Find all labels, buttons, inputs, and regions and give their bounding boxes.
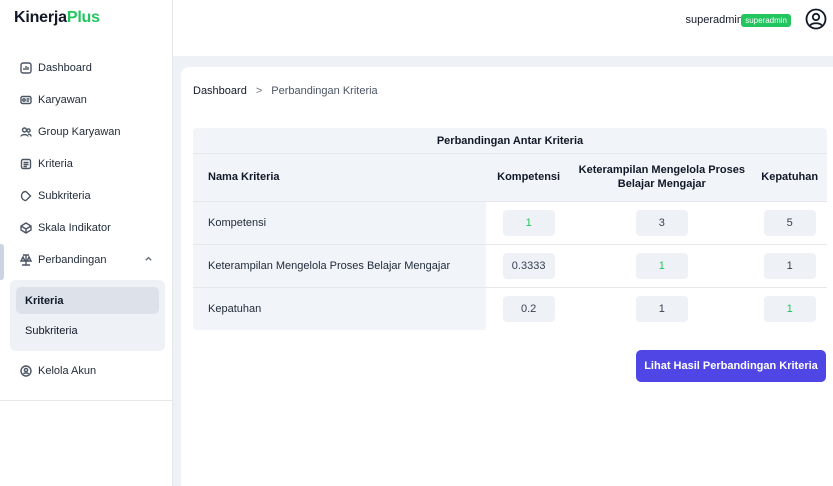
sidebar-item-perbandingan[interactable]: Perbandingan: [0, 244, 173, 276]
list-icon: [20, 158, 32, 170]
sidebar-item-skala-indikator[interactable]: Skala Indikator: [0, 212, 173, 244]
breadcrumb-current: Perbandingan Kriteria: [271, 85, 378, 97]
column-header: Kepatuhan: [761, 171, 819, 184]
table-cell: 0.3333: [486, 243, 572, 287]
column-header: Nama Kriteria: [208, 171, 280, 184]
comparison-value[interactable]: 1: [635, 252, 688, 279]
comparison-value[interactable]: 5: [763, 209, 816, 236]
table-cell: 1: [571, 243, 753, 287]
role-badge: superadmin: [741, 14, 791, 27]
submenu-item-subkriteria[interactable]: Subkriteria: [16, 317, 159, 344]
sidebar-item-label: Skala Indikator: [38, 222, 111, 234]
tag-icon: [20, 190, 32, 202]
table-cell: 1: [752, 243, 827, 287]
sidebar-item-label: Perbandingan: [38, 254, 107, 266]
brand-logo[interactable]: KinerjaPlus: [14, 9, 100, 27]
sidebar-resize-handle[interactable]: [0, 244, 4, 280]
comparison-value[interactable]: 3: [635, 209, 688, 236]
sidebar-item-karyawan[interactable]: Karyawan: [0, 84, 173, 116]
comparison-value[interactable]: 0.2: [502, 295, 555, 322]
table-cell: 1: [752, 286, 827, 330]
group-icon: [20, 126, 32, 138]
row-label: Kepatuhan: [193, 286, 487, 330]
table-title: Perbandingan Antar Kriteria: [193, 128, 827, 154]
sidebar-item-label: Group Karyawan: [38, 126, 121, 138]
chevron-up-icon[interactable]: [144, 254, 153, 266]
table-cell: 1: [571, 286, 753, 330]
user-avatar-icon[interactable]: [805, 8, 827, 30]
comparison-value[interactable]: 1: [763, 295, 816, 322]
comparison-value[interactable]: 1: [635, 295, 688, 322]
breadcrumb-home[interactable]: Dashboard: [193, 85, 247, 97]
row-label: Keterampilan Mengelola Proses Belajar Me…: [193, 243, 487, 287]
view-comparison-result-button[interactable]: Lihat Hasil Perbandingan Kriteria: [636, 350, 826, 382]
id-card-icon: [20, 94, 32, 106]
table-row: Keterampilan Mengelola Proses Belajar Me…: [193, 243, 827, 287]
comparison-value[interactable]: 1: [763, 252, 816, 279]
sidebar-item-label: Dashboard: [38, 62, 92, 74]
comparison-value[interactable]: 1: [502, 209, 555, 236]
submenu-item-kriteria[interactable]: Kriteria: [16, 287, 159, 314]
comparison-value[interactable]: 0.3333: [502, 252, 555, 279]
sidebar-item-kelola-akun[interactable]: Kelola Akun: [0, 355, 173, 387]
table-cell: 3: [571, 200, 753, 244]
sidebar-item-label: Subkriteria: [38, 190, 91, 202]
table-cell: 1: [486, 200, 572, 244]
table-header-row: Nama Kriteria Kompetensi Keterampilan Me…: [193, 154, 827, 201]
user-settings-icon: [20, 365, 32, 377]
row-label: Kompetensi: [193, 200, 487, 244]
breadcrumb-separator: >: [255, 85, 263, 97]
table-cell: 0.2: [486, 286, 572, 330]
dashboard-icon: [20, 62, 32, 74]
column-header: Keterampilan Mengelola Proses Belajar Me…: [578, 164, 745, 191]
comparison-table: Perbandingan Antar Kriteria Nama Kriteri…: [193, 128, 827, 330]
sidebar-divider: [0, 400, 173, 401]
table-row: Kompetensi 1 3 5: [193, 200, 827, 244]
sidebar-item-kriteria[interactable]: Kriteria: [0, 148, 173, 180]
brand-name-part2: Plus: [66, 9, 100, 26]
column-header: Kompetensi: [497, 171, 561, 184]
sidebar-item-subkriteria[interactable]: Subkriteria: [0, 180, 173, 212]
sidebar-nav: Dashboard Karyawan Group Karyawan Kriter…: [0, 52, 173, 387]
scale-icon: [20, 222, 32, 234]
content-card: Dashboard > Perbandingan Kriteria Perban…: [181, 67, 833, 486]
compare-icon: [20, 254, 32, 266]
brand-name-part1: Kinerja: [14, 9, 67, 26]
sidebar-item-dashboard[interactable]: Dashboard: [0, 52, 173, 84]
table-cell: 5: [752, 200, 827, 244]
table-row: Kepatuhan 0.2 1 1: [193, 286, 827, 330]
username: superadmin: [685, 14, 743, 26]
sidebar-item-group-karyawan[interactable]: Group Karyawan: [0, 116, 173, 148]
breadcrumb: Dashboard > Perbandingan Kriteria: [193, 85, 378, 97]
sidebar-item-label: Karyawan: [38, 94, 87, 106]
top-header: superadmin superadmin: [173, 0, 833, 56]
sidebar: KinerjaPlus Dashboard Karyawan Group Kar…: [0, 0, 173, 486]
submenu-perbandingan: Kriteria Subkriteria: [10, 280, 165, 351]
sidebar-item-label: Kriteria: [38, 158, 73, 170]
sidebar-item-label: Kelola Akun: [38, 365, 97, 377]
